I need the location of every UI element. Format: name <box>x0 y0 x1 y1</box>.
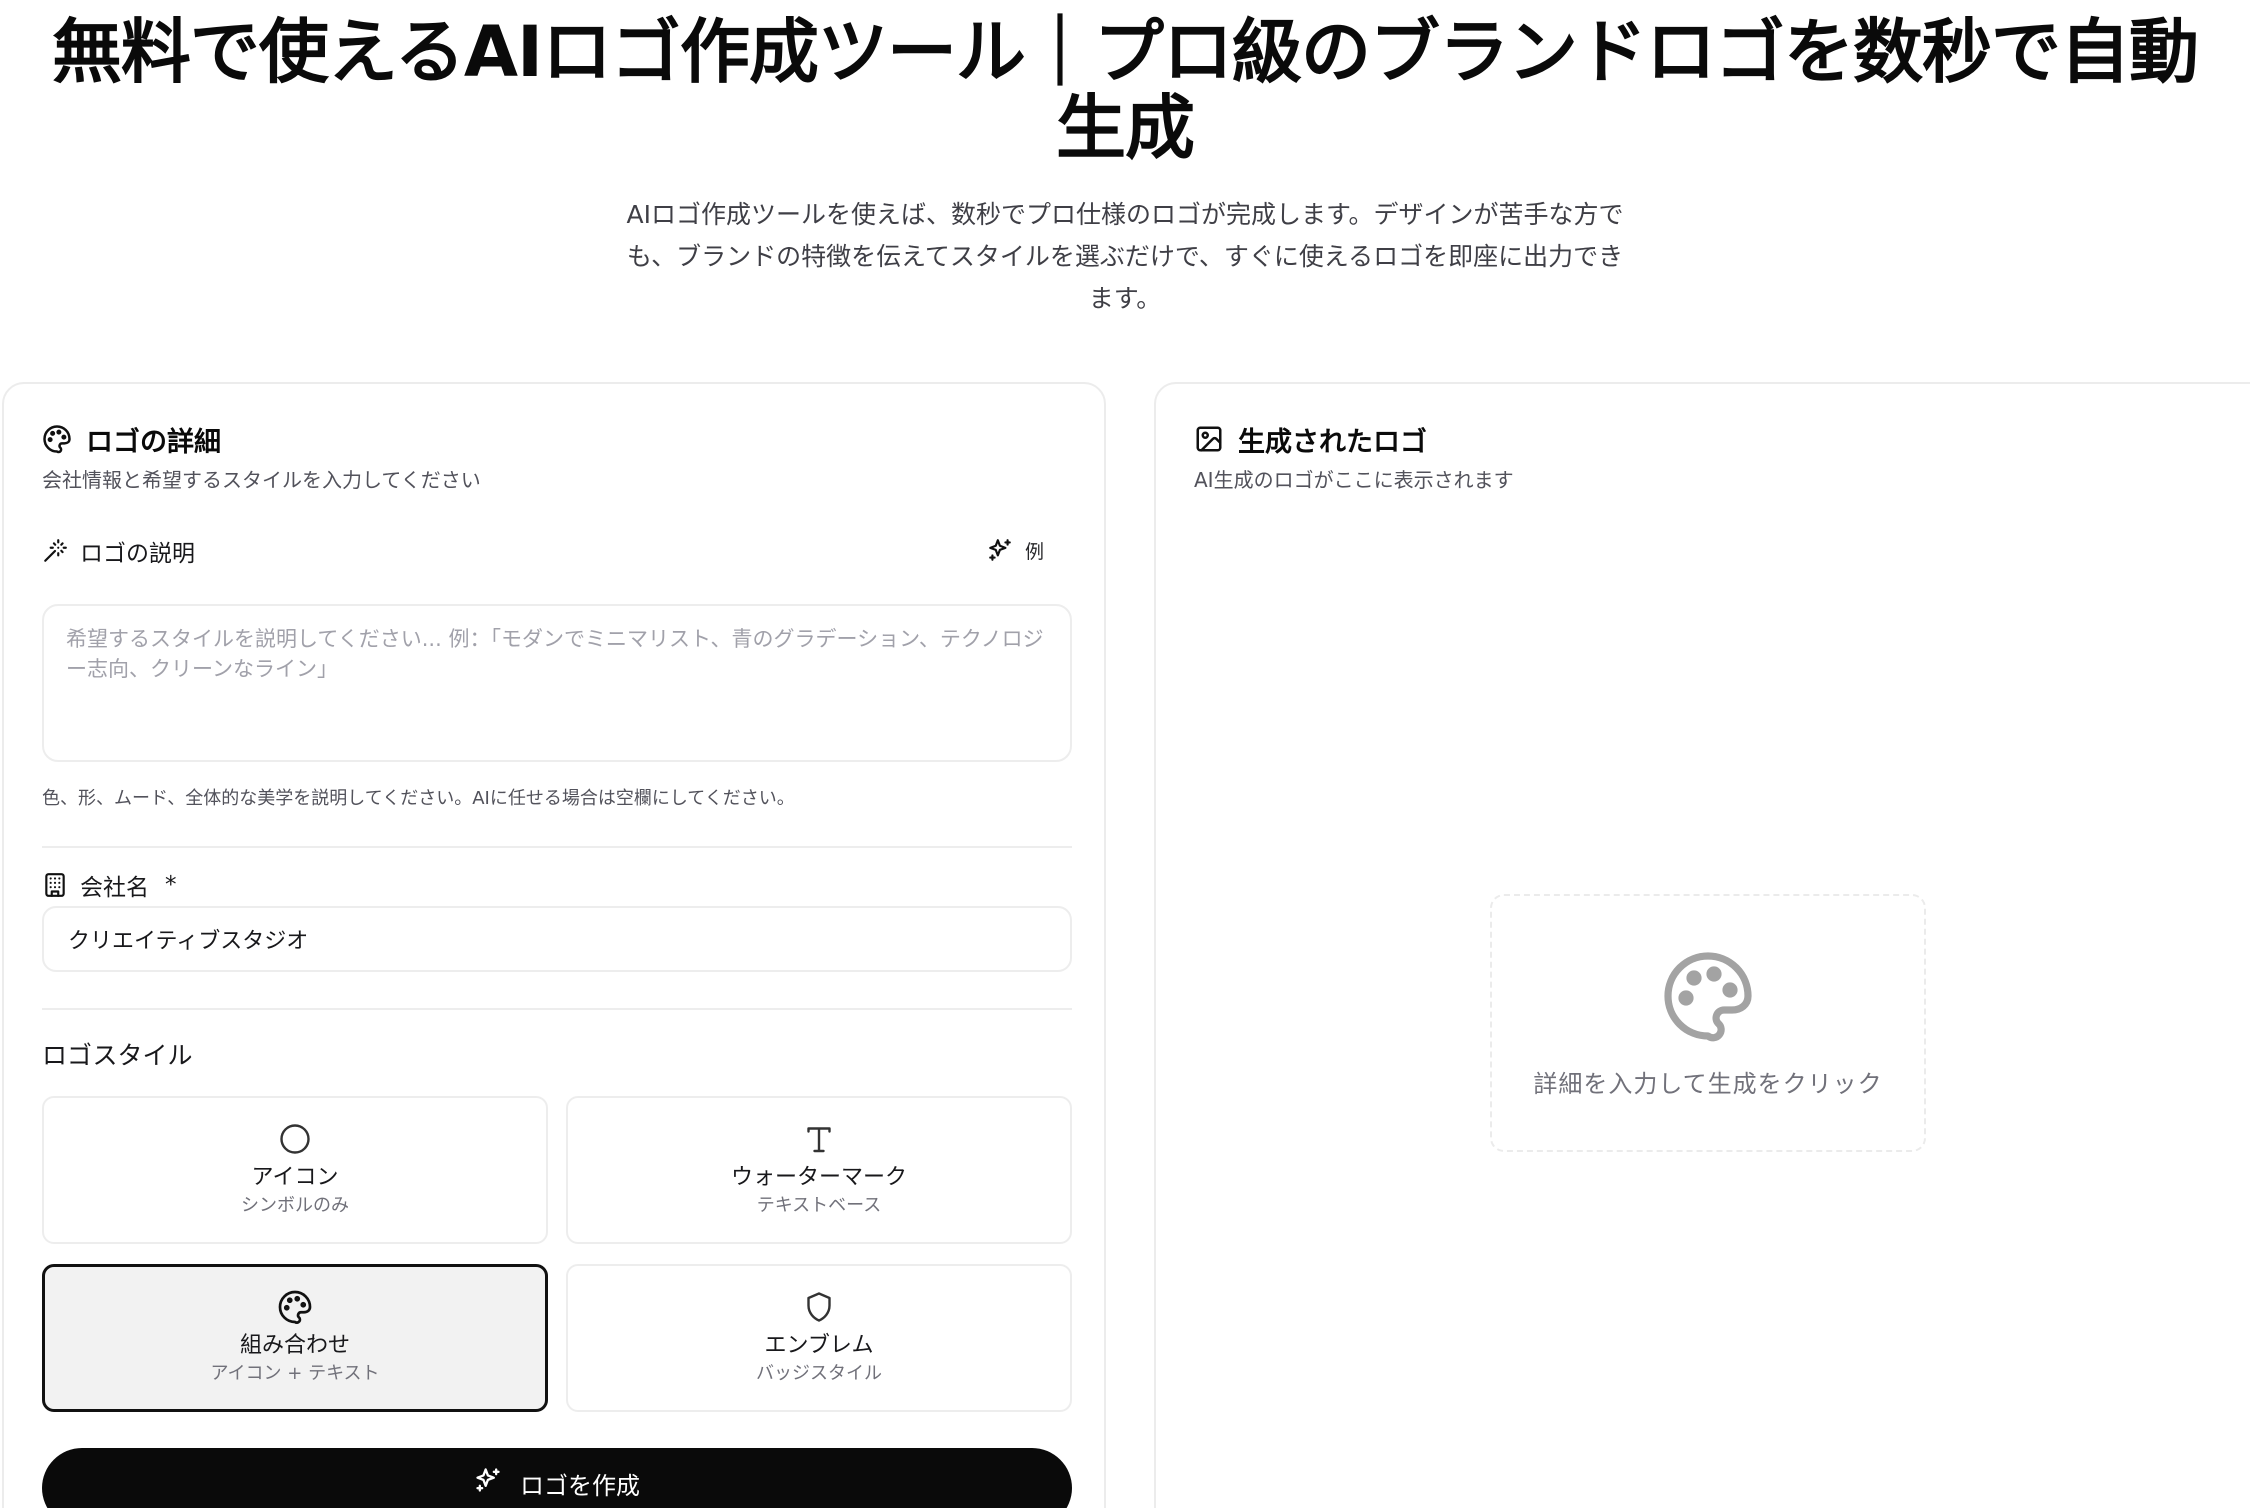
placeholder-text: 詳細を入力して生成をクリック <box>1533 1069 1883 1098</box>
create-logo-button[interactable]: ロゴを作成 <box>42 1448 1072 1508</box>
card-title-text: ロゴの詳細 <box>86 426 221 458</box>
style-option-sub: シンボルのみ <box>241 1195 349 1216</box>
sparkles-icon <box>474 1466 502 1494</box>
building-icon <box>42 872 68 898</box>
company-name-label: 会社名 * <box>42 868 177 902</box>
textarea-placeholder: 希望するスタイルを説明してください... 例：「モダンでミニマリスト、青のグラデ… <box>66 627 1044 681</box>
required-mark: * <box>165 872 177 898</box>
text-icon <box>801 1121 837 1157</box>
card-header: ロゴの詳細 会社情報と希望するスタイルを入力してください <box>42 420 481 493</box>
image-icon <box>1194 424 1224 454</box>
style-option-name: アイコン <box>251 1165 339 1190</box>
sparkles-icon <box>987 537 1013 563</box>
divider <box>42 1008 1072 1010</box>
divider <box>42 846 1072 848</box>
generated-logo-card: 生成されたロゴ AI生成のロゴがここに表示されます 詳細を入力して生成をクリック <box>1154 382 2250 1508</box>
card-title: 生成されたロゴ <box>1194 420 1514 458</box>
style-option-sub: アイコン + テキスト <box>210 1363 380 1384</box>
company-name-label-text: 会社名 <box>80 875 149 901</box>
shield-icon <box>801 1289 837 1325</box>
palette-icon <box>42 424 72 454</box>
style-option-name: ウォーターマーク <box>730 1165 907 1190</box>
circle-icon <box>277 1121 313 1157</box>
logo-style-label: ロゴスタイル <box>42 1041 193 1070</box>
example-button[interactable]: 例 <box>979 530 1052 570</box>
palette-icon <box>1660 948 1756 1044</box>
card-title-text: 生成されたロゴ <box>1238 426 1427 458</box>
style-option-name: エンブレム <box>764 1333 874 1358</box>
style-option-emblem[interactable]: エンブレム バッジスタイル <box>566 1264 1072 1412</box>
company-name-input[interactable]: クリエイティブスタジオ <box>42 906 1072 972</box>
page-subtitle: AIロゴ作成ツールを使えば、数秒でプロ仕様のロゴが完成します。デザインが苦手な方… <box>626 200 1624 313</box>
page: 無料で使えるAIロゴ作成ツール｜プロ級のブランドロゴを数秒で自動 生成 AIロゴ… <box>0 0 2250 1508</box>
style-option-name: 組み合わせ <box>239 1333 350 1358</box>
logo-description-help: 色、形、ムード、全体的な美学を説明してください。AIに任せる場合は空欄にしてくだ… <box>42 788 795 809</box>
card-title: ロゴの詳細 <box>42 420 481 458</box>
style-option-combination[interactable]: 組み合わせ アイコン + テキスト <box>42 1264 548 1412</box>
style-option-sub: テキストベース <box>756 1195 882 1216</box>
style-option-wordmark[interactable]: ウォーターマーク テキストベース <box>566 1096 1072 1244</box>
logo-details-card: ロゴの詳細 会社情報と希望するスタイルを入力してください ロゴの説明 例 希望す… <box>2 382 1106 1508</box>
company-name-value: クリエイティブスタジオ <box>68 929 309 954</box>
create-logo-button-label: ロゴを作成 <box>520 1472 640 1500</box>
card-description: 会社情報と希望するスタイルを入力してください <box>42 468 481 492</box>
page-title-line-2: 生成 <box>1056 87 1195 169</box>
card-description: AI生成のロゴがここに表示されます <box>1194 468 1514 492</box>
style-option-sub: バッジスタイル <box>756 1363 882 1384</box>
card-header: 生成されたロゴ AI生成のロゴがここに表示されます <box>1194 420 1514 493</box>
logo-description-textarea[interactable]: 希望するスタイルを説明してください... 例：「モダンでミニマリスト、青のグラデ… <box>42 604 1072 762</box>
magic-wand-icon <box>42 538 68 564</box>
page-title-line-1: 無料で使えるAIロゴ作成ツール｜プロ級のブランドロゴを数秒で自動 <box>51 11 2199 93</box>
page-title: 無料で使えるAIロゴ作成ツール｜プロ級のブランドロゴを数秒で自動 生成 <box>0 14 2250 166</box>
example-button-label: 例 <box>1024 540 1044 563</box>
logo-description-label-text: ロゴの説明 <box>80 541 195 567</box>
style-option-icon[interactable]: アイコン シンボルのみ <box>42 1096 548 1244</box>
logo-description-label: ロゴの説明 <box>42 534 195 568</box>
logo-placeholder: 詳細を入力して生成をクリック <box>1490 894 1926 1152</box>
palette-icon <box>277 1289 313 1325</box>
